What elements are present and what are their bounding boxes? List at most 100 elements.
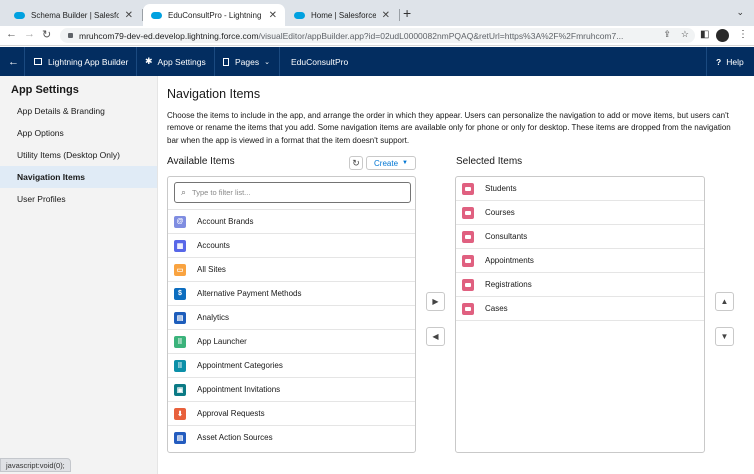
- object-icon: ▤: [174, 311, 186, 324]
- browser-status-bar: javascript:void(0);: [0, 458, 71, 472]
- sidebar-title: App Settings: [11, 84, 79, 96]
- tab-search-chevron-icon[interactable]: ⌄: [736, 7, 744, 18]
- refresh-button[interactable]: ↻: [349, 156, 363, 170]
- pages-label: Pages: [235, 56, 260, 67]
- selected-items-list[interactable]: Students Courses Consultants Appointments Re…: [455, 176, 705, 453]
- tab-title: Home | Salesforce: [311, 10, 376, 20]
- chevron-down-icon: ⌄: [264, 58, 270, 66]
- caret-down-icon: ▼: [402, 160, 408, 166]
- app-settings-label: App Settings: [157, 56, 206, 67]
- object-icon: ▦: [174, 239, 186, 252]
- page-icon: [223, 57, 229, 66]
- sidebar-item-navigation-items[interactable]: Navigation Items: [0, 166, 157, 188]
- object-icon: ⬇: [174, 407, 186, 420]
- object-icon: @: [174, 215, 186, 228]
- selected-item-label: Appointments: [485, 256, 534, 265]
- available-item-label: Appointment Invitations: [197, 385, 281, 394]
- browser-tab-schema-builder[interactable]: Schema Builder | Salesforce ✕: [6, 4, 141, 26]
- salesforce-cloud-icon: [294, 11, 305, 19]
- profile-avatar[interactable]: [716, 29, 729, 42]
- selected-items-label: Selected Items: [456, 156, 523, 167]
- gear-icon: ✱: [145, 56, 153, 66]
- header-divider: [706, 47, 707, 76]
- object-icon: ▣: [174, 383, 186, 396]
- help-button[interactable]: ? Help: [716, 47, 744, 76]
- arrow-down-icon: ▼: [720, 332, 729, 341]
- selected-item[interactable]: Consultants: [456, 225, 704, 249]
- browser-menu-icon[interactable]: ⋮: [738, 29, 748, 40]
- arrow-right-icon: ▶: [432, 297, 439, 306]
- browser-tab-home[interactable]: Home | Salesforce ✕: [286, 4, 398, 26]
- bookmark-star-icon[interactable]: ☆: [681, 29, 689, 40]
- available-item[interactable]: ⠿ App Launcher: [168, 329, 415, 353]
- reload-icon[interactable]: ↻: [42, 28, 51, 41]
- custom-object-icon: [462, 278, 474, 291]
- available-item-label: Appointment Categories: [197, 361, 283, 370]
- back-arrow-icon[interactable]: ←: [8, 47, 19, 76]
- move-down-button[interactable]: ▼: [715, 327, 734, 346]
- close-tab-icon[interactable]: ✕: [382, 10, 390, 21]
- help-label: Help: [726, 56, 744, 67]
- selected-item[interactable]: Courses: [456, 201, 704, 225]
- object-icon: $: [174, 287, 186, 300]
- lightning-app-builder-button[interactable]: Lightning App Builder: [34, 47, 128, 76]
- available-items-list[interactable]: ⌕ Type to filter list... @ Account Brands…: [167, 176, 416, 453]
- sidebar-toggle-icon[interactable]: ◧: [700, 29, 709, 40]
- available-item[interactable]: ▭ All Sites: [168, 257, 415, 281]
- header-divider: [24, 47, 25, 76]
- sidebar-item-user-profiles[interactable]: User Profiles: [0, 188, 157, 210]
- available-item[interactable]: ▤ Asset Action Sources: [168, 425, 415, 449]
- move-up-button[interactable]: ▲: [715, 292, 734, 311]
- app-settings-button[interactable]: ✱ App Settings: [145, 47, 206, 76]
- available-item[interactable]: ▣ Appointment Invitations: [168, 377, 415, 401]
- available-item-label: Alternative Payment Methods: [197, 289, 302, 298]
- available-item[interactable]: ▦ Accounts: [168, 233, 415, 257]
- filter-input[interactable]: ⌕ Type to filter list...: [174, 182, 411, 203]
- close-tab-icon[interactable]: ✕: [125, 10, 133, 21]
- back-arrow-icon[interactable]: ←: [6, 28, 17, 40]
- selected-item[interactable]: Registrations: [456, 273, 704, 297]
- available-item[interactable]: ⠿ Appointment Categories: [168, 353, 415, 377]
- custom-object-icon: [462, 230, 474, 243]
- move-to-selected-button[interactable]: ▶: [426, 292, 445, 311]
- custom-object-icon: [462, 182, 474, 195]
- selected-item-label: Registrations: [485, 280, 532, 289]
- header-divider: [279, 47, 280, 76]
- selected-item[interactable]: Cases: [456, 297, 704, 321]
- app-settings-sidebar: App Settings App Details & Branding App …: [0, 76, 158, 474]
- selected-item[interactable]: Students: [456, 177, 704, 201]
- salesforce-cloud-icon: [151, 11, 162, 19]
- new-tab-button[interactable]: +: [403, 5, 411, 21]
- available-item-label: Accounts: [197, 241, 230, 250]
- share-icon[interactable]: ⇪: [663, 29, 671, 40]
- sidebar-item-utility-items[interactable]: Utility Items (Desktop Only): [0, 144, 157, 166]
- app-name: EduConsultPro: [291, 56, 349, 67]
- custom-object-icon: [462, 302, 474, 315]
- sidebar-item-app-options[interactable]: App Options: [0, 122, 157, 144]
- sidebar-item-app-details[interactable]: App Details & Branding: [0, 100, 157, 122]
- page-description: Choose the items to include in the app, …: [167, 111, 731, 145]
- available-item[interactable]: $ Alternative Payment Methods: [168, 281, 415, 305]
- close-tab-icon[interactable]: ✕: [269, 10, 277, 21]
- available-items-label: Available Items: [167, 156, 235, 167]
- help-icon: ?: [716, 56, 722, 67]
- selected-item[interactable]: Appointments: [456, 249, 704, 273]
- refresh-icon: ↻: [352, 157, 360, 168]
- browser-tab-educonsultpro[interactable]: EduConsultPro - Lightning App ✕: [143, 4, 285, 26]
- selected-item-label: Courses: [485, 208, 515, 217]
- search-icon: ⌕: [181, 187, 187, 197]
- available-item[interactable]: @ Account Brands: [168, 209, 415, 233]
- create-button[interactable]: Create ▼: [366, 156, 416, 170]
- move-to-available-button[interactable]: ◀: [426, 327, 445, 346]
- pages-dropdown[interactable]: Pages ⌄: [223, 47, 270, 76]
- browser-tab-strip: Schema Builder | Salesforce ✕ EduConsult…: [0, 0, 754, 26]
- forward-arrow-icon[interactable]: →: [24, 28, 35, 40]
- object-icon: ▭: [174, 263, 186, 276]
- app-builder-header: ← Lightning App Builder ✱ App Settings P…: [0, 47, 754, 76]
- selected-item-label: Consultants: [485, 232, 528, 241]
- available-item[interactable]: ▤ Analytics: [168, 305, 415, 329]
- url-host: mruhcom79-dev-ed.develop.lightning.force…: [79, 30, 259, 41]
- available-item[interactable]: ⬇ Approval Requests: [168, 401, 415, 425]
- address-bar[interactable]: mruhcom79-dev-ed.develop.lightning.force…: [60, 28, 695, 43]
- lock-icon: [68, 33, 73, 38]
